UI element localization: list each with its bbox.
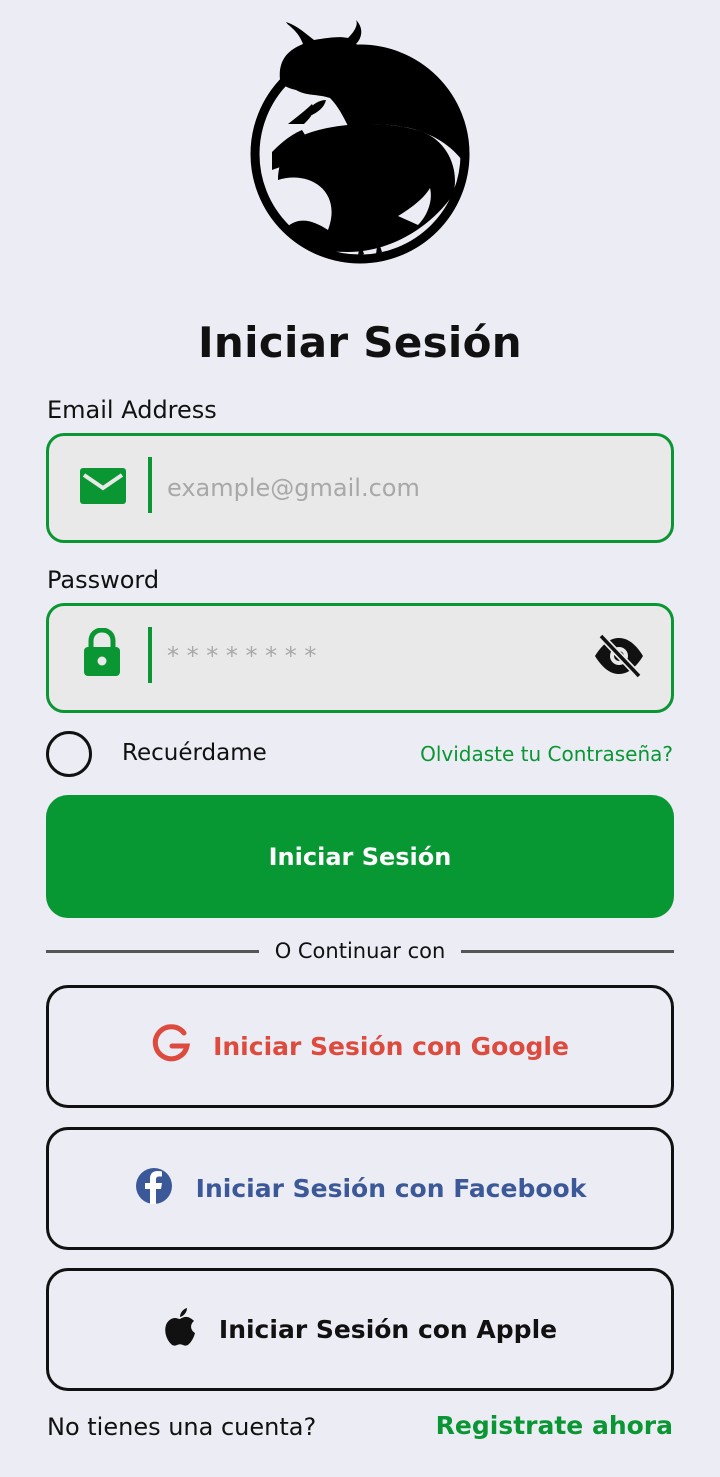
email-input[interactable]: example@gmail.com — [167, 474, 420, 502]
remember-label: Recuérdame — [122, 740, 267, 766]
apple-icon — [163, 1307, 197, 1353]
register-link[interactable]: Registrate ahora — [436, 1411, 673, 1440]
remember-checkbox[interactable] — [46, 731, 92, 777]
apple-login-label: Iniciar Sesión con Apple — [218, 1315, 558, 1344]
apple-login-button[interactable]: Iniciar Sesión con Apple — [46, 1268, 674, 1391]
email-label: Email Address — [47, 396, 217, 424]
facebook-login-button[interactable]: Iniciar Sesión con Facebook — [46, 1127, 674, 1250]
field-divider — [148, 457, 152, 513]
login-button[interactable]: Iniciar Sesión — [46, 795, 674, 918]
forgot-password-link[interactable]: Olvidaste tu Contraseña? — [420, 742, 673, 766]
page-title: Iniciar Sesión — [198, 318, 522, 367]
google-login-label: Iniciar Sesión con Google — [213, 1032, 569, 1061]
separator-line-right — [461, 950, 674, 953]
google-icon — [151, 1023, 191, 1070]
field-divider — [148, 627, 152, 683]
eye-off-icon[interactable] — [593, 632, 645, 684]
login-screen: Iniciar Sesión Email Address example@gma… — [0, 0, 720, 1477]
no-account-text: No tienes una cuenta? — [47, 1413, 317, 1441]
email-field[interactable]: example@gmail.com — [46, 433, 674, 543]
facebook-icon — [134, 1166, 174, 1212]
lock-icon — [82, 627, 122, 682]
envelope-icon — [79, 466, 127, 510]
password-label: Password — [47, 566, 160, 594]
farm-logo — [248, 20, 472, 266]
google-login-button[interactable]: Iniciar Sesión con Google — [46, 985, 674, 1108]
password-input[interactable]: * * * * * * * * — [167, 642, 316, 670]
facebook-login-label: Iniciar Sesión con Facebook — [195, 1174, 587, 1203]
password-field[interactable]: * * * * * * * * — [46, 603, 674, 713]
